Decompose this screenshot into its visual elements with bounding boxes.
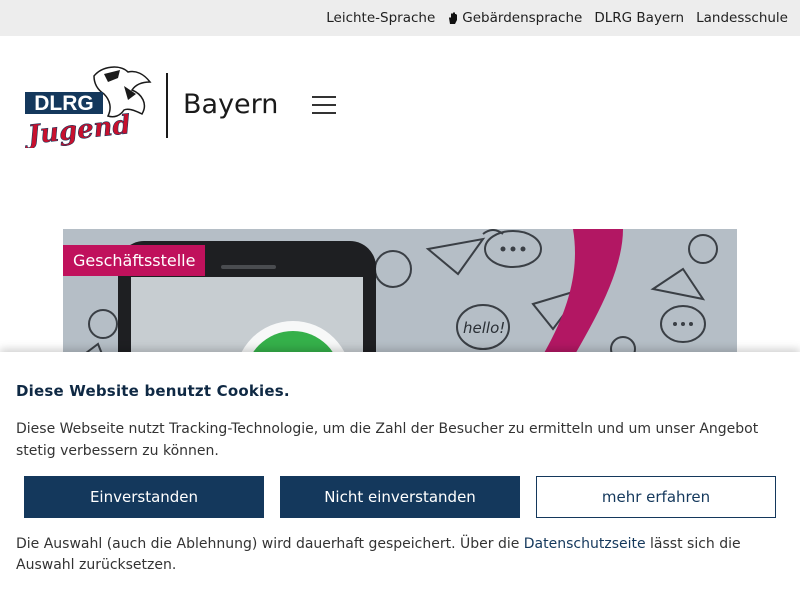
- site-header: DLRG Jugend Bayern: [0, 36, 800, 176]
- link-leichte-sprache[interactable]: Leichte-Sprache: [326, 10, 435, 26]
- cookie-description: Diese Webseite nutzt Tracking-Technologi…: [16, 421, 759, 459]
- dlrg-jugend-logo[interactable]: DLRG Jugend: [24, 64, 152, 148]
- privacy-link[interactable]: Datenschutzseite: [524, 536, 646, 552]
- link-dlrg-bayern[interactable]: DLRG Bayern: [594, 10, 684, 26]
- top-bar: Leichte-Sprache Gebärdensprache DLRG Bay…: [0, 0, 800, 36]
- cookie-note-before: Die Auswahl (auch die Ablehnung) wird da…: [16, 536, 524, 552]
- link-landesschule[interactable]: Landesschule: [696, 10, 788, 26]
- decline-button[interactable]: Nicht einverstanden: [280, 476, 520, 518]
- accept-button[interactable]: Einverstanden: [24, 476, 264, 518]
- hamburger-icon[interactable]: [312, 96, 338, 116]
- logo-divider: [166, 73, 168, 138]
- svg-text:Jugend: Jugend: [24, 110, 132, 148]
- svg-text:DLRG: DLRG: [34, 92, 94, 115]
- link-gebaerdensprache[interactable]: Gebärdensprache: [447, 10, 582, 26]
- brand-name: Bayern: [183, 89, 279, 120]
- cookie-banner: Diese Website benutzt Cookies. Diese Web…: [0, 352, 800, 600]
- svg-text:hello!: hello!: [463, 319, 505, 337]
- hand-icon: [449, 12, 458, 24]
- category-tag[interactable]: Geschäftsstelle: [63, 245, 206, 276]
- link-gebaerdensprache-label: Gebärdensprache: [462, 10, 583, 26]
- more-info-button[interactable]: mehr erfahren: [536, 476, 776, 518]
- cookie-title: Diese Website benutzt Cookies.: [16, 382, 290, 400]
- cookie-note: Die Auswahl (auch die Ablehnung) wird da…: [16, 534, 776, 576]
